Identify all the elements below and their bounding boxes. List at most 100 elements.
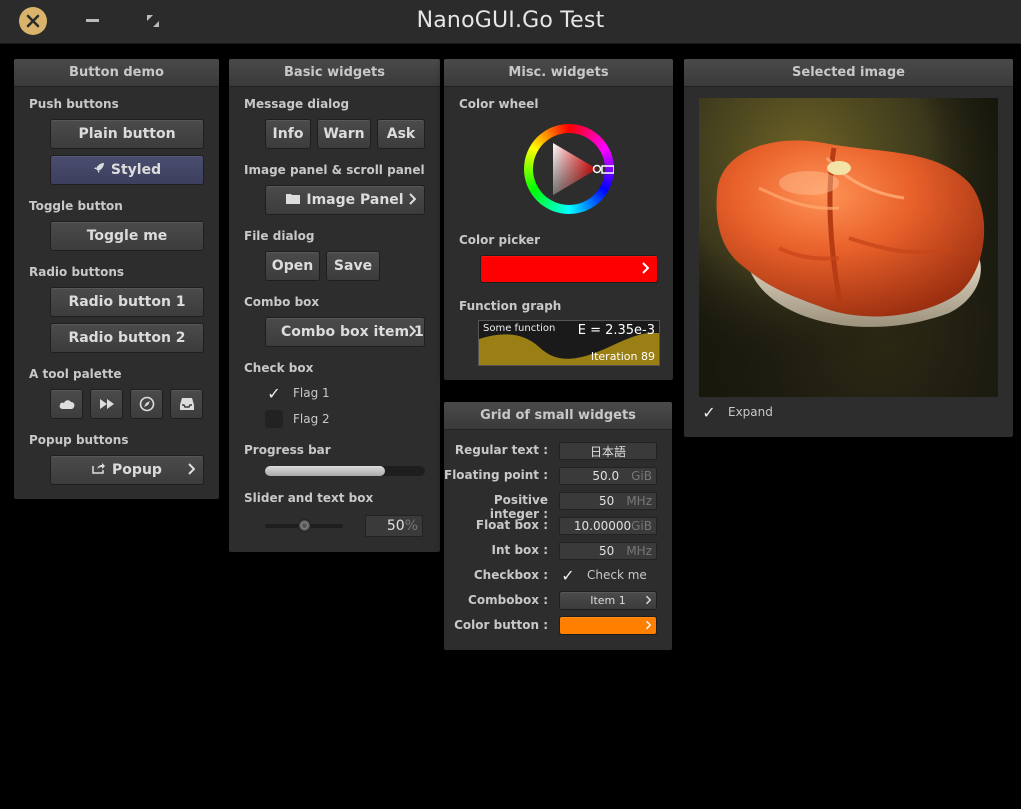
chevron-right-icon [187, 463, 196, 479]
window-title: Grid of small widgets [444, 402, 672, 430]
int-box-field[interactable]: 50 MHz [559, 542, 657, 560]
image-panel-button[interactable]: Image Panel [265, 185, 425, 215]
function-graph-label: Function graph [459, 299, 562, 313]
app-title: NanoGUI.Go Test [416, 8, 605, 33]
color-wheel-label: Color wheel [459, 97, 539, 111]
flag-2-checkbox[interactable]: Flag 2 [265, 410, 330, 428]
graph-caption: Some function [483, 323, 556, 334]
radio-button-2-label: Radio button 2 [68, 330, 186, 346]
progress-bar [265, 466, 425, 476]
slider-knob[interactable] [298, 519, 311, 532]
plain-button-label: Plain button [78, 126, 176, 142]
fast-forward-icon [99, 399, 114, 409]
checkbox-empty [265, 410, 283, 428]
expand-label: Expand [728, 405, 773, 419]
item-combobox[interactable]: Item 1 [559, 591, 657, 610]
graph-footer: Iteration 89 [590, 350, 655, 363]
combo-box-value: Combo box item 1 [281, 324, 424, 340]
color-button-label: Color button : [454, 618, 548, 632]
slider-unit: % [404, 518, 418, 534]
radio-buttons-label: Radio buttons [29, 265, 124, 279]
combobox-label: Combobox : [468, 593, 548, 607]
info-button-label: Info [272, 126, 304, 142]
checkmark-icon: ✓ [702, 402, 716, 422]
tool-palette-label: A tool palette [29, 367, 122, 381]
cloud-icon [59, 400, 74, 409]
flag-2-label: Flag 2 [293, 412, 330, 426]
chevron-right-icon [408, 193, 417, 209]
popup-buttons-label: Popup buttons [29, 433, 129, 447]
slider[interactable] [265, 519, 343, 532]
floating-point-unit: GiB [631, 469, 652, 483]
title-bar: NanoGUI.Go Test [0, 0, 1021, 44]
float-box-field[interactable]: 10.00000 GiB [559, 517, 657, 535]
positive-integer-label: Positive integer : [489, 493, 548, 521]
styled-button-label: Styled [110, 162, 162, 178]
tool-cloud-button[interactable] [50, 389, 83, 419]
warn-button-label: Warn [323, 126, 365, 142]
styled-button[interactable]: Styled [50, 155, 204, 185]
positive-integer-field[interactable]: 50 MHz [559, 492, 657, 510]
info-button[interactable]: Info [265, 119, 311, 149]
positive-integer-value: 50 [599, 494, 615, 508]
progress-fill [265, 466, 385, 476]
toggle-button[interactable]: Toggle me [50, 221, 204, 251]
check-me-label: Check me [587, 568, 647, 582]
slider-text-value: 50 [386, 518, 405, 534]
ask-button[interactable]: Ask [377, 119, 425, 149]
chevron-right-icon [645, 619, 652, 634]
regular-text-label: Regular text : [454, 443, 548, 457]
radio-button-1-label: Radio button 1 [68, 294, 186, 310]
flag-1-checkbox[interactable]: ✓ Flag 1 [265, 383, 329, 403]
popup-button[interactable]: Popup [50, 455, 204, 485]
combo-box[interactable]: Combo box item 1 [265, 317, 425, 347]
plain-button[interactable]: Plain button [50, 119, 204, 149]
chevron-right-icon [645, 594, 652, 609]
positive-integer-unit: MHz [626, 494, 652, 508]
button-demo-window: Button demo Push buttons Plain button St… [14, 59, 219, 499]
message-dialog-label: Message dialog [244, 97, 350, 111]
chevron-right-icon [408, 325, 417, 341]
float-box-value: 10.00000 [573, 519, 632, 533]
function-graph: Some function E = 2.35e-3 Iteration 89 [478, 320, 660, 366]
slider-text-box[interactable]: 50% [365, 515, 423, 537]
check-me-checkbox[interactable]: ✓ Check me [559, 566, 647, 585]
image-panel-label: Image panel & scroll panel [244, 163, 425, 177]
floating-point-field[interactable]: 50.0 GiB [559, 467, 657, 485]
open-button[interactable]: Open [265, 251, 320, 281]
tool-fast-forward-button[interactable] [90, 389, 123, 419]
expand-checkbox[interactable]: ✓ Expand [700, 402, 773, 422]
misc-widgets-window: Misc. widgets Color wheel Color picker F… [444, 59, 673, 380]
combobox-value: Item 1 [590, 594, 626, 607]
color-button[interactable] [559, 616, 657, 635]
push-buttons-label: Push buttons [29, 97, 119, 111]
color-picker-label: Color picker [459, 233, 541, 247]
toggle-button-label: Toggle button [29, 199, 123, 213]
color-triangle[interactable] [524, 124, 614, 214]
open-button-label: Open [271, 258, 314, 274]
file-dialog-label: File dialog [244, 229, 315, 243]
tool-inbox-button[interactable] [170, 389, 203, 419]
tool-compass-button[interactable] [130, 389, 163, 419]
warn-button[interactable]: Warn [317, 119, 371, 149]
radio-button-1[interactable]: Radio button 1 [50, 287, 204, 317]
floating-point-value: 50.0 [592, 469, 620, 483]
checkbox-label: Checkbox : [473, 568, 548, 582]
slider-label: Slider and text box [244, 491, 374, 505]
regular-text-field[interactable]: 日本語 [559, 442, 657, 460]
save-button[interactable]: Save [326, 251, 380, 281]
float-box-label: Float box : [475, 518, 548, 532]
color-wheel[interactable] [524, 124, 614, 214]
selected-image-window: Selected image ✓ Expand [684, 59, 1013, 437]
int-box-label: Int box : [491, 543, 548, 557]
radio-button-2[interactable]: Radio button 2 [50, 323, 204, 353]
rocket-icon [93, 162, 105, 178]
color-picker-button[interactable] [480, 255, 658, 283]
float-box-unit: GiB [631, 519, 652, 533]
share-icon [92, 462, 106, 478]
window-title: Button demo [14, 59, 219, 87]
popup-button-label: Popup [112, 462, 162, 478]
progress-bar-label: Progress bar [244, 443, 331, 457]
checkmark-icon: ✓ [267, 383, 281, 403]
grid-widgets-window: Grid of small widgets Regular text : 日本語… [444, 402, 672, 650]
